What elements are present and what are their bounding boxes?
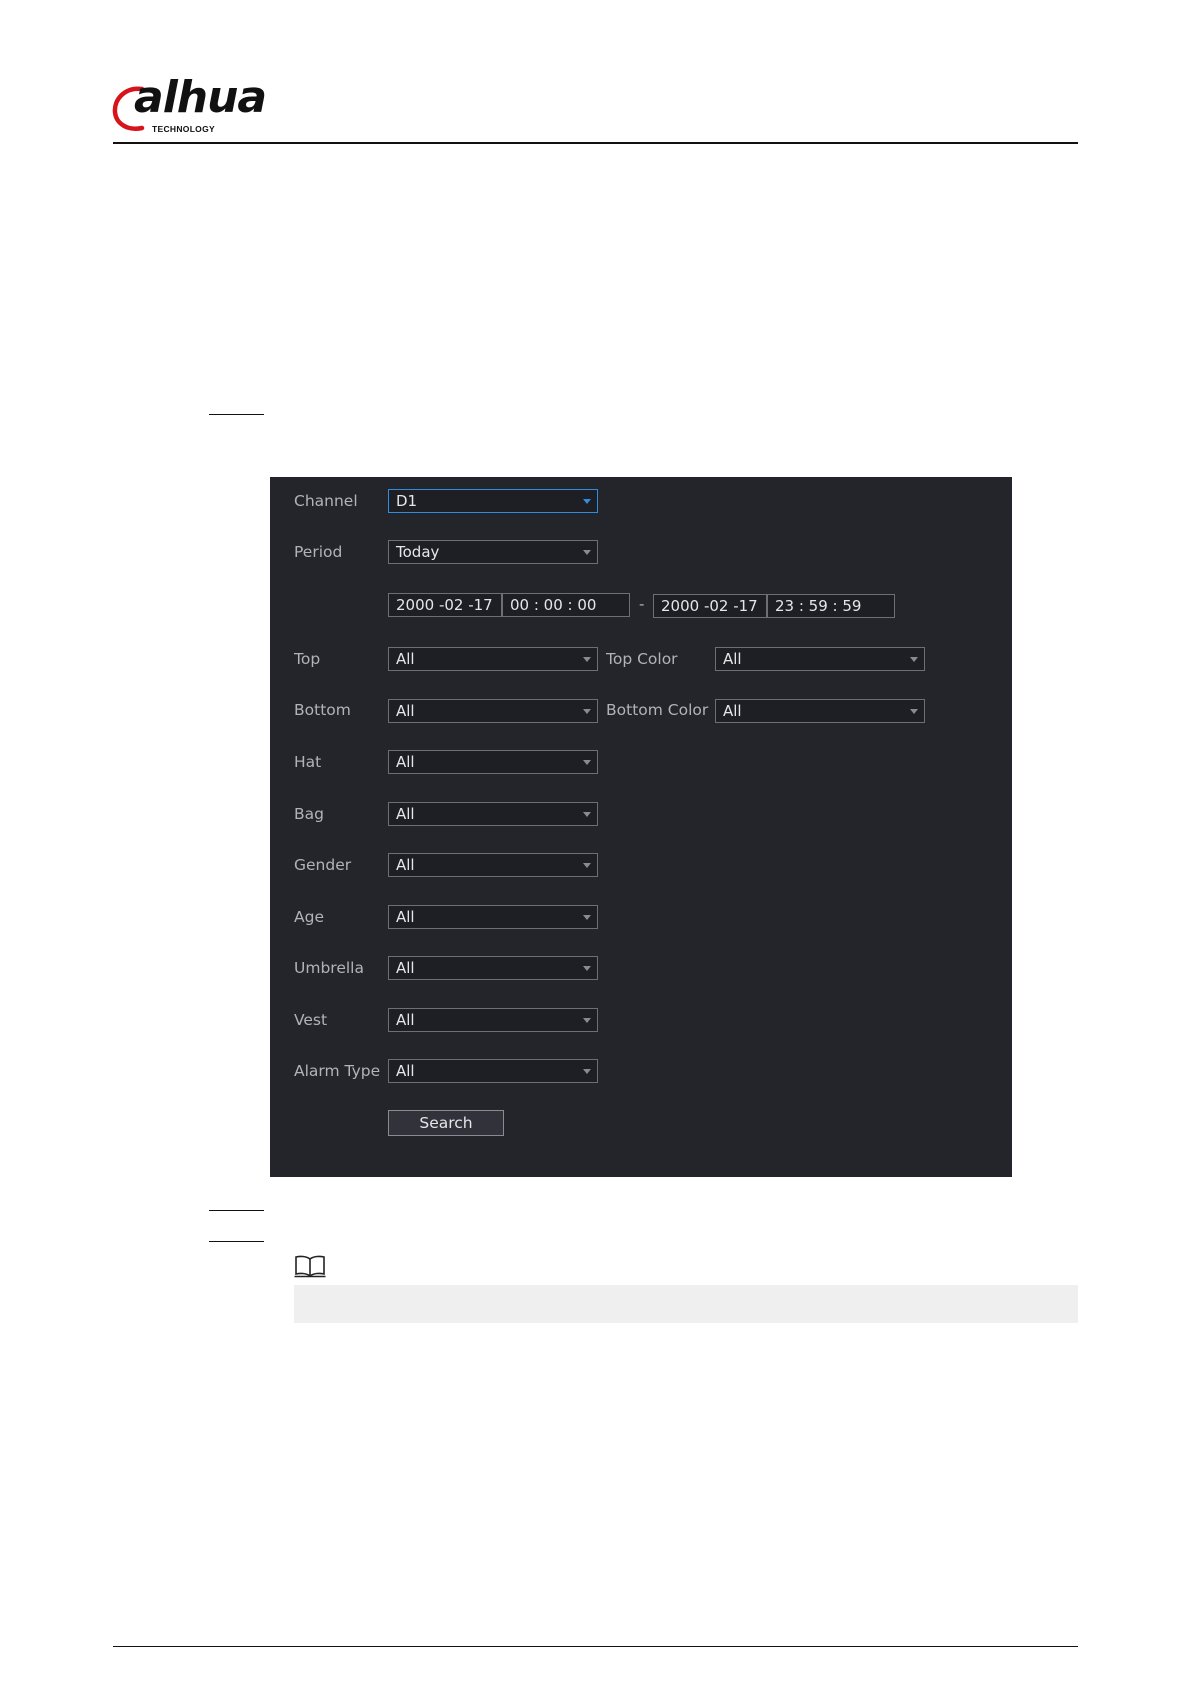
note-box <box>294 1285 1078 1323</box>
hat-label: Hat <box>294 753 322 771</box>
bottom-label: Bottom <box>294 701 351 719</box>
chevron-down-icon <box>910 709 918 714</box>
chevron-down-icon <box>583 915 591 920</box>
chevron-down-icon <box>583 1069 591 1074</box>
start-date-input[interactable]: 2000 -02 -17 <box>388 593 502 617</box>
umbrella-select[interactable]: All <box>388 956 598 980</box>
search-button[interactable]: Search <box>388 1110 504 1136</box>
step-marker <box>209 1241 264 1242</box>
gender-label: Gender <box>294 856 352 874</box>
top-color-select[interactable]: All <box>715 647 925 671</box>
bottom-color-select[interactable]: All <box>715 699 925 723</box>
bottom-select[interactable]: All <box>388 699 598 723</box>
dahua-logo: alhua TECHNOLOGY <box>112 76 272 134</box>
step-marker <box>209 414 264 415</box>
search-panel: Channel D1 Period Today 2000 -02 -17 00 … <box>270 477 1012 1177</box>
bottom-color-label: Bottom Color <box>606 701 709 719</box>
bag-select[interactable]: All <box>388 802 598 826</box>
vest-select[interactable]: All <box>388 1008 598 1032</box>
period-select[interactable]: Today <box>388 540 598 564</box>
chevron-down-icon <box>583 760 591 765</box>
chevron-down-icon <box>583 550 591 555</box>
chevron-down-icon <box>583 863 591 868</box>
chevron-down-icon <box>583 966 591 971</box>
alarm-type-label: Alarm Type <box>294 1062 381 1080</box>
channel-select[interactable]: D1 <box>388 489 598 513</box>
chevron-down-icon <box>583 709 591 714</box>
age-label: Age <box>294 908 324 926</box>
end-date-input[interactable]: 2000 -02 -17 <box>653 594 767 618</box>
vest-label: Vest <box>294 1011 328 1029</box>
umbrella-label: Umbrella <box>294 959 364 977</box>
logo-wordmark: alhua <box>134 72 267 123</box>
age-select[interactable]: All <box>388 905 598 929</box>
chevron-down-icon <box>910 657 918 662</box>
chevron-down-icon <box>583 657 591 662</box>
chevron-down-icon <box>583 812 591 817</box>
top-select[interactable]: All <box>388 647 598 671</box>
alarm-type-select[interactable]: All <box>388 1059 598 1083</box>
gender-select[interactable]: All <box>388 853 598 877</box>
channel-label: Channel <box>294 492 358 510</box>
chevron-down-icon <box>583 499 591 504</box>
end-time-input[interactable]: 23 : 59 : 59 <box>767 594 895 618</box>
top-label: Top <box>294 650 321 668</box>
channel-value: D1 <box>396 492 418 510</box>
header-rule <box>113 142 1078 144</box>
top-color-label: Top Color <box>606 650 678 668</box>
start-time-input[interactable]: 00 : 00 : 00 <box>502 593 630 617</box>
book-note-icon <box>294 1255 326 1278</box>
period-label: Period <box>294 543 343 561</box>
hat-select[interactable]: All <box>388 750 598 774</box>
chevron-down-icon <box>583 1018 591 1023</box>
range-separator: - <box>639 595 645 613</box>
period-value: Today <box>396 543 440 561</box>
step-marker <box>209 1210 264 1211</box>
logo-tagline: TECHNOLOGY <box>152 124 215 134</box>
bag-label: Bag <box>294 805 324 823</box>
footer-rule <box>113 1646 1078 1647</box>
